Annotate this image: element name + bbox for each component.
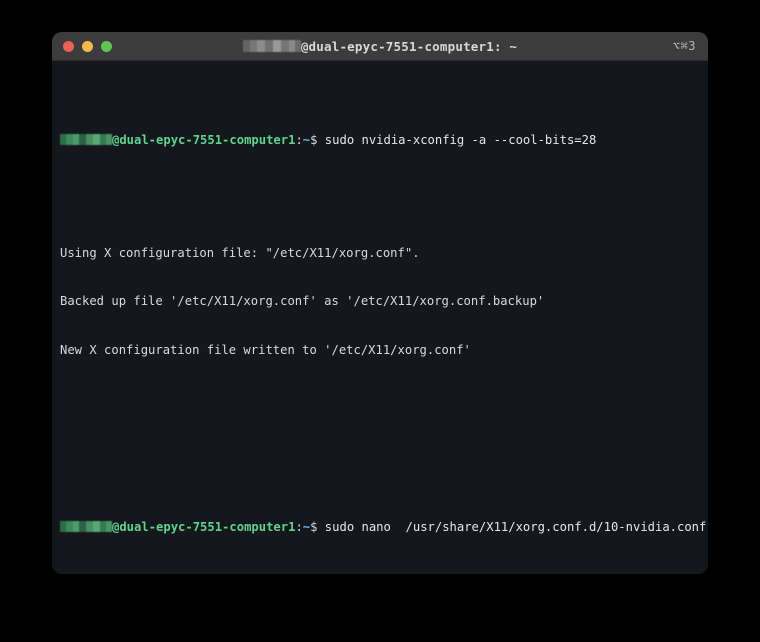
output-xconfig-written: New X configuration file written to '/et… <box>60 342 471 357</box>
command-nano-nvidia-conf: sudo nano /usr/share/X11/xorg.conf.d/10-… <box>317 520 707 535</box>
terminal-line-prompt-2: @dual-epyc-7551-computer1:~$ sudo nano /… <box>60 519 706 535</box>
command-nvidia-xconfig: sudo nvidia-xconfig -a --cool-bits=28 <box>317 132 597 147</box>
redacted-username-title <box>242 40 301 52</box>
prompt-colon: : <box>295 520 303 535</box>
window-shortcut-hint: ⌥⌘3 <box>672 39 696 53</box>
minimize-button[interactable] <box>82 40 93 52</box>
prompt-host: @dual-epyc-7551-computer1 <box>112 520 296 535</box>
window-titlebar: @dual-epyc-7551-computer1: ~ ⌥⌘3 <box>52 32 708 61</box>
redacted-username <box>60 133 112 145</box>
output-xconfig-backup: Backed up file '/etc/X11/xorg.conf' as '… <box>60 294 545 309</box>
terminal-window: @dual-epyc-7551-computer1: ~ ⌥⌘3 @dual-e… <box>52 32 708 574</box>
maximize-button[interactable] <box>101 40 112 52</box>
output-xconfig-using: Using X configuration file: "/etc/X11/xo… <box>60 245 420 260</box>
window-title-text: @dual-epyc-7551-computer1: ~ <box>300 38 518 54</box>
window-controls <box>63 32 112 60</box>
redacted-username <box>60 521 112 533</box>
window-title: @dual-epyc-7551-computer1: ~ <box>52 39 708 54</box>
prompt-colon: : <box>295 132 303 147</box>
terminal-line-prompt-1: @dual-epyc-7551-computer1:~$ sudo nvidia… <box>60 132 700 148</box>
prompt-host: @dual-epyc-7551-computer1 <box>112 132 296 147</box>
close-button[interactable] <box>63 40 74 52</box>
terminal-output-area[interactable]: @dual-epyc-7551-computer1:~$ sudo nvidia… <box>52 61 708 574</box>
